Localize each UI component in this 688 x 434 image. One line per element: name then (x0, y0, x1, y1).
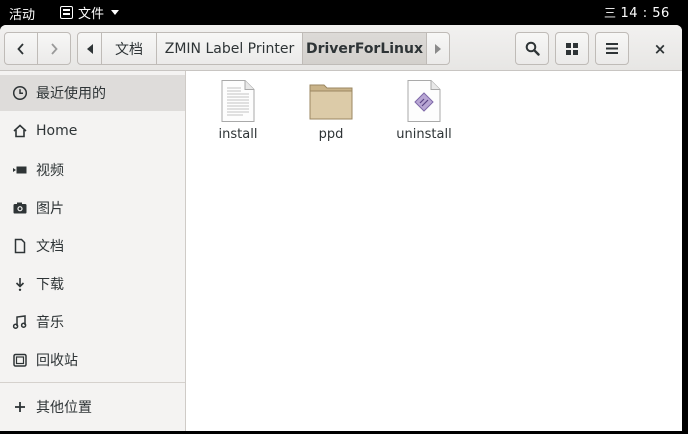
breadcrumb-zmin-label-printer[interactable]: ZMIN Label Printer (156, 32, 303, 65)
breadcrumb-documents[interactable]: 文档 (101, 32, 157, 65)
home-icon (12, 123, 28, 139)
breadcrumb-driverforlinux[interactable]: DriverForLinux (302, 32, 427, 65)
file-item-ppd[interactable]: ppd (291, 79, 371, 142)
app-menu-label: 文件 (78, 7, 105, 22)
path-scroll-right-button[interactable] (426, 32, 450, 65)
screen-edge (682, 25, 688, 434)
trash-icon (12, 352, 28, 368)
back-button[interactable] (4, 32, 38, 65)
sidebar-item-label: 最近使用的 (36, 86, 106, 102)
sidebar-item-trash[interactable]: 回收站 (0, 342, 185, 378)
download-icon (12, 276, 28, 292)
sidebar-item-label: 图片 (36, 201, 64, 217)
video-icon (12, 162, 28, 178)
sidebar-item-label: Home (36, 123, 78, 139)
close-icon: × (653, 39, 667, 58)
sidebar-separator (0, 382, 185, 383)
forward-button[interactable] (37, 32, 71, 65)
file-manager-window: 文档 ZMIN Label Printer DriverForLinux × 最… (0, 25, 682, 431)
sidebar-item-other-locations[interactable]: 其他位置 (0, 389, 185, 425)
file-view: install ppd uninstall (186, 71, 682, 431)
search-icon (525, 41, 540, 56)
plus-icon (12, 400, 28, 414)
sidebar-item-label: 其他位置 (36, 400, 92, 416)
clock[interactable]: 三 14 : 56 (604, 4, 670, 21)
file-name: ppd (318, 127, 344, 142)
triangle-right-icon (435, 43, 441, 54)
close-button[interactable]: × (645, 32, 675, 65)
file-item-install[interactable]: install (198, 79, 278, 142)
header-bar: 文档 ZMIN Label Printer DriverForLinux × (0, 25, 682, 71)
hamburger-menu-icon (606, 43, 618, 54)
script-file-icon (407, 80, 441, 122)
search-button[interactable] (515, 32, 549, 65)
file-item-uninstall[interactable]: uninstall (384, 79, 464, 142)
activities-button[interactable]: 活动 (9, 4, 35, 23)
document-icon (12, 238, 28, 254)
sidebar-item-documents[interactable]: 文档 (0, 228, 185, 264)
grid-view-icon (566, 42, 578, 55)
file-name: install (218, 127, 258, 142)
sidebar-item-label: 下载 (36, 277, 64, 293)
sidebar-item-label: 回收站 (36, 353, 78, 369)
music-icon (12, 314, 28, 330)
sidebar-item-recent[interactable]: 最近使用的 (0, 75, 185, 111)
caret-down-icon (111, 10, 120, 15)
sidebar-item-music[interactable]: 音乐 (0, 304, 185, 340)
app-menu[interactable]: 文件 (60, 3, 120, 22)
history-nav (4, 32, 71, 65)
clock-menu-icon: 三 (604, 6, 617, 20)
sidebar-item-label: 音乐 (36, 315, 64, 331)
top-panel: 活动 文件 三 14 : 56 (0, 0, 688, 25)
path-scroll-left-button[interactable] (77, 32, 102, 65)
files-app-icon (60, 6, 73, 19)
clock-time: 14 : 56 (620, 6, 670, 21)
menu-button[interactable] (595, 32, 629, 65)
file-name: uninstall (396, 127, 452, 142)
sidebar-item-downloads[interactable]: 下载 (0, 266, 185, 302)
triangle-left-icon (86, 43, 93, 54)
camera-icon (12, 200, 28, 216)
folder-icon (309, 84, 353, 120)
sidebar-item-pictures[interactable]: 图片 (0, 190, 185, 226)
sidebar-item-home[interactable]: Home (0, 113, 185, 149)
sidebar-item-label: 文档 (36, 239, 64, 255)
sidebar-item-label: 视频 (36, 163, 64, 179)
text-file-icon (221, 80, 255, 122)
view-toggle-button[interactable] (555, 32, 589, 65)
sidebar-item-videos[interactable]: 视频 (0, 152, 185, 188)
chevron-left-icon (17, 42, 24, 55)
clock-icon (12, 85, 28, 101)
chevron-right-icon (51, 42, 58, 55)
sidebar: 最近使用的 Home 视频 图片 文档 下载 音乐 回收站 其他位置 (0, 71, 186, 431)
